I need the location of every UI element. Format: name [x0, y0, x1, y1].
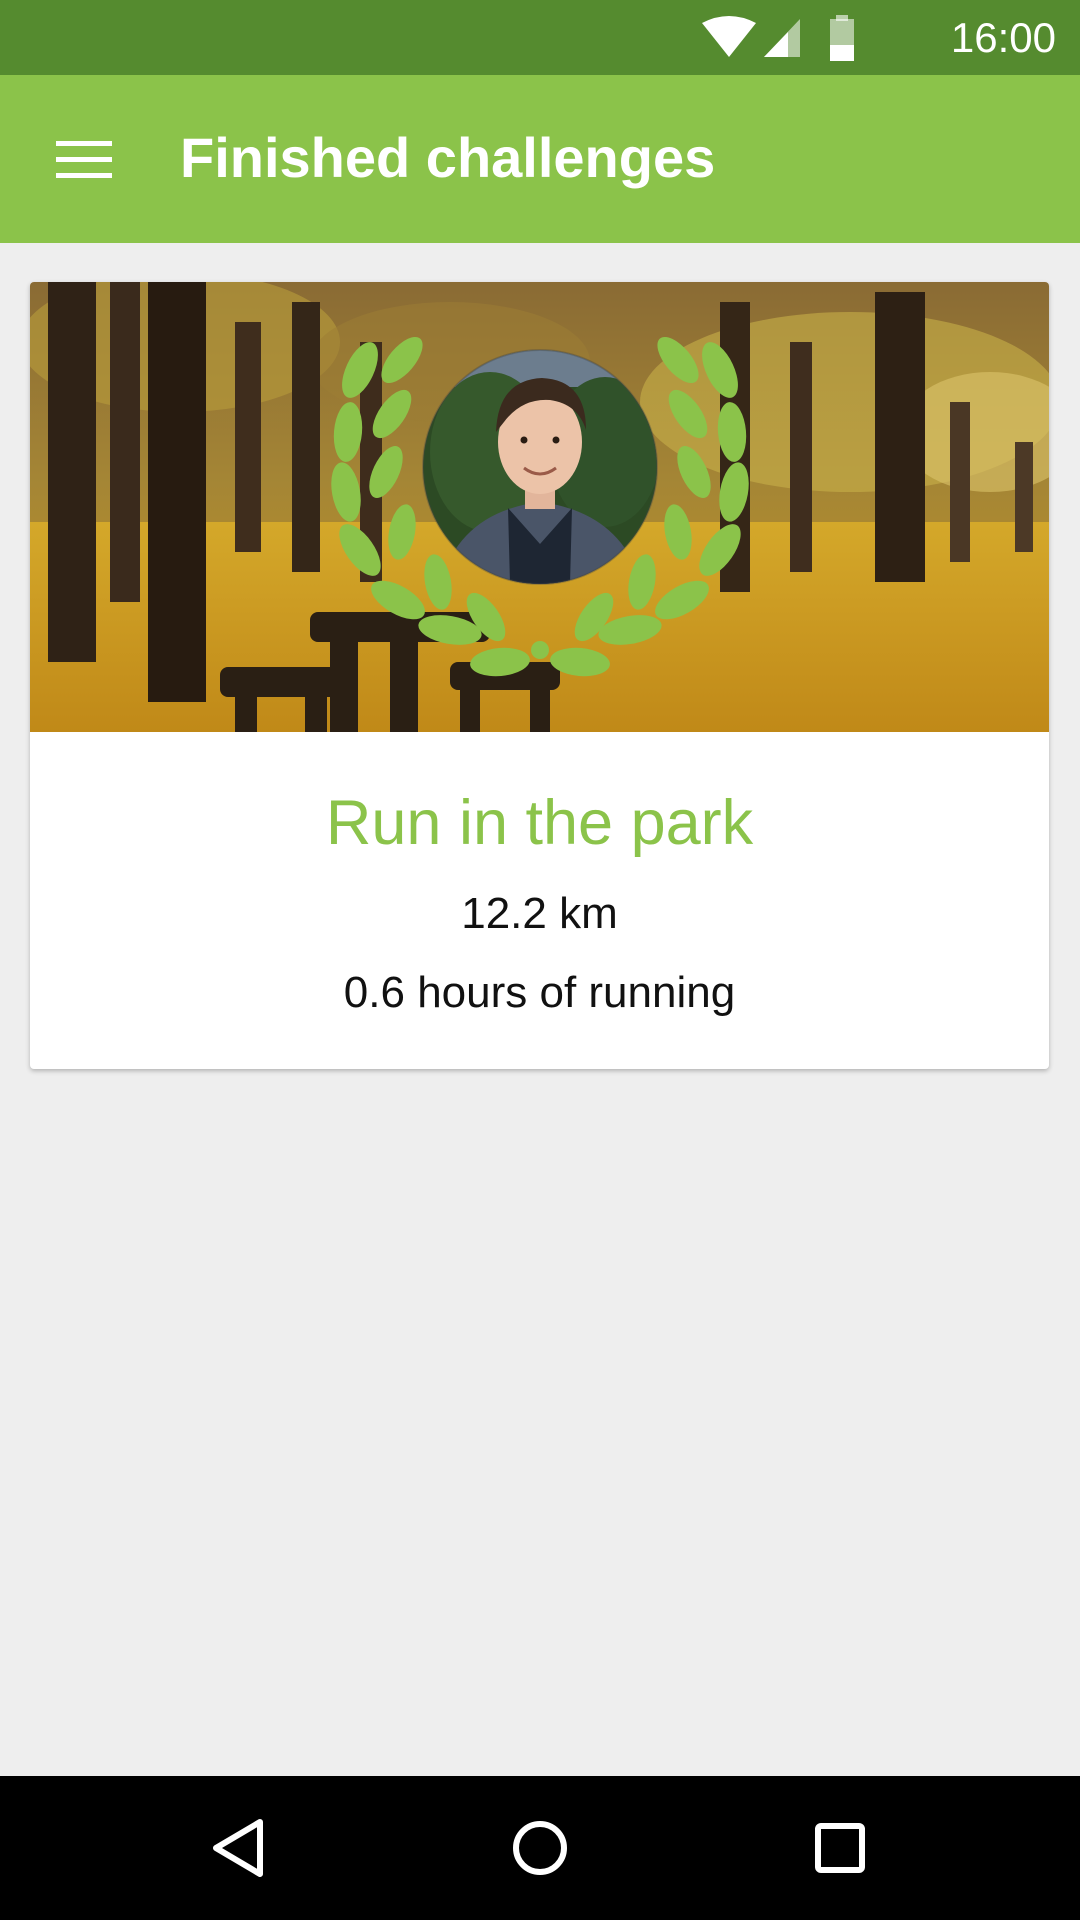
challenge-title-text: Run in the park: [325, 788, 754, 858]
status-time: 16:00: [950, 14, 1056, 61]
recents-button[interactable]: [790, 1798, 890, 1898]
challenge-card[interactable]: [30, 282, 1049, 1069]
page-title: Finished challenges: [180, 126, 716, 189]
back-button[interactable]: [190, 1798, 290, 1898]
challenge-distance: 12.2 km: [461, 889, 618, 938]
hamburger-menu-icon: [56, 141, 112, 178]
wifi-icon: [702, 16, 756, 57]
back-icon: [213, 1819, 263, 1877]
home-button[interactable]: [490, 1798, 590, 1898]
home-icon: [513, 1821, 567, 1875]
menu-button[interactable]: [40, 119, 120, 199]
app-bar: Finished challenges: [0, 75, 1080, 243]
challenge-duration: 0.6 hours of running: [343, 968, 736, 1017]
battery-icon: [830, 15, 854, 61]
status-icons: [702, 15, 854, 61]
status-bar: 16:00: [0, 0, 1080, 75]
navigation-bar: [0, 1776, 1080, 1920]
challenge-hero-image: [30, 282, 1049, 732]
recents-icon: [815, 1823, 865, 1873]
